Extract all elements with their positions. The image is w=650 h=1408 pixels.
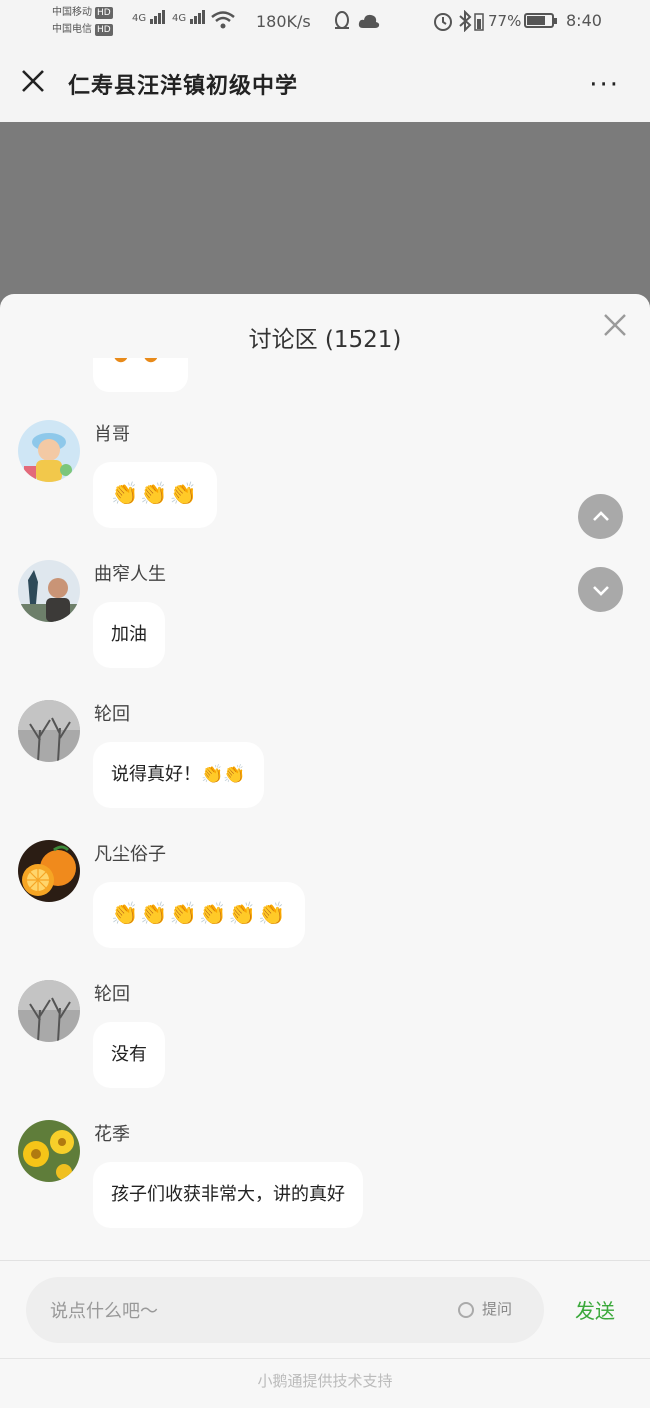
battery-percent: 77% [488, 12, 522, 30]
message-bubble: 👏👏👏 [93, 462, 218, 528]
message-item: 轮回 说得真好！👏👏 [18, 700, 638, 820]
message-bubble: 没有 [93, 1022, 165, 1088]
battery-fill [527, 16, 546, 25]
dimmed-background[interactable] [0, 122, 650, 322]
avatar[interactable] [18, 560, 80, 622]
message-item: 凡尘俗子 👏👏👏👏👏👏 [18, 840, 638, 960]
network-speed: 180K/s [256, 12, 311, 31]
user-name: 曲窄人生 [94, 564, 166, 585]
chevron-up-icon [592, 511, 609, 521]
app-header: 仁寿县汪洋镇初级中学 ··· [0, 44, 650, 122]
ask-question-toggle[interactable]: 提问 [458, 1298, 512, 1319]
signal-icon-2: 4G [172, 10, 206, 24]
message-bubble: 加油 [93, 602, 165, 668]
message-item: 轮回 没有 [18, 980, 638, 1100]
scroll-down-button[interactable] [578, 567, 623, 612]
discussion-panel: 讨论区 (1521) ●● 肖哥 👏👏👏 [0, 294, 650, 1408]
message-bubble: 孩子们收获非常大，讲的真好 [93, 1162, 363, 1228]
signal-icon-1: 4G [132, 10, 166, 24]
hd-badge-1: HD [95, 7, 113, 19]
alarm-icon [432, 10, 454, 36]
user-name: 凡尘俗子 [94, 844, 166, 865]
comment-input[interactable] [48, 1277, 432, 1345]
radio-icon [458, 1301, 474, 1318]
user-name: 肖哥 [94, 424, 130, 445]
status-bar: 中国移动 HD 中国电信 HD 4G 4G 180K/s 77% 8:40 [0, 0, 650, 44]
user-name: 花季 [94, 1124, 130, 1145]
avatar[interactable] [18, 1120, 80, 1182]
panel-close-icon[interactable] [602, 312, 628, 344]
message-bubble: 说得真好！👏👏 [93, 742, 264, 808]
avatar[interactable] [18, 980, 80, 1042]
hd-badge-2: HD [95, 24, 113, 36]
panel-title: 讨论区 (1521) [248, 327, 402, 353]
message-bubble-partial: ●● [93, 358, 188, 392]
message-item: 花季 孩子们收获非常大，讲的真好 [18, 1120, 638, 1240]
comment-bar: 提问 发送 [0, 1260, 650, 1359]
avatar[interactable] [18, 840, 80, 902]
wifi-icon [210, 10, 236, 34]
battery-small-icon [474, 11, 484, 35]
cloud-alert-icon [358, 12, 380, 34]
chevron-down-icon [592, 586, 609, 596]
message-bubble: 👏👏👏👏👏👏 [93, 882, 306, 948]
carrier-1: 中国移动 [52, 7, 92, 18]
close-icon[interactable] [18, 68, 48, 98]
avatar[interactable] [18, 700, 80, 762]
user-name: 轮回 [94, 704, 130, 725]
user-name: 轮回 [94, 984, 130, 1005]
clock: 8:40 [566, 11, 602, 30]
qq-icon [332, 11, 352, 37]
scroll-up-button[interactable] [578, 494, 623, 539]
message-item: 肖哥 👏👏👏 [18, 420, 638, 540]
carrier-2: 中国电信 [52, 24, 92, 35]
powered-by-footer: 小鹅通提供技术支持 [0, 1358, 650, 1408]
message-text: 说得真好！👏👏 [111, 764, 246, 785]
send-button[interactable]: 发送 [575, 1295, 615, 1324]
avatar[interactable] [18, 420, 80, 482]
bluetooth-icon [458, 9, 472, 36]
ask-label: 提问 [482, 1300, 513, 1318]
comment-input-box: 提问 [26, 1277, 544, 1345]
more-icon[interactable]: ··· [589, 70, 620, 100]
page-title: 仁寿县汪洋镇初级中学 [68, 74, 299, 99]
message-list[interactable]: ●● 肖哥 👏👏👏 [0, 358, 650, 1260]
carrier-info: 中国移动 HD 中国电信 HD [52, 4, 113, 38]
network-type-1: 4G [132, 13, 147, 24]
battery-icon [524, 13, 557, 28]
message-item: 曲窄人生 加油 [18, 560, 638, 680]
network-type-2: 4G [172, 13, 187, 24]
